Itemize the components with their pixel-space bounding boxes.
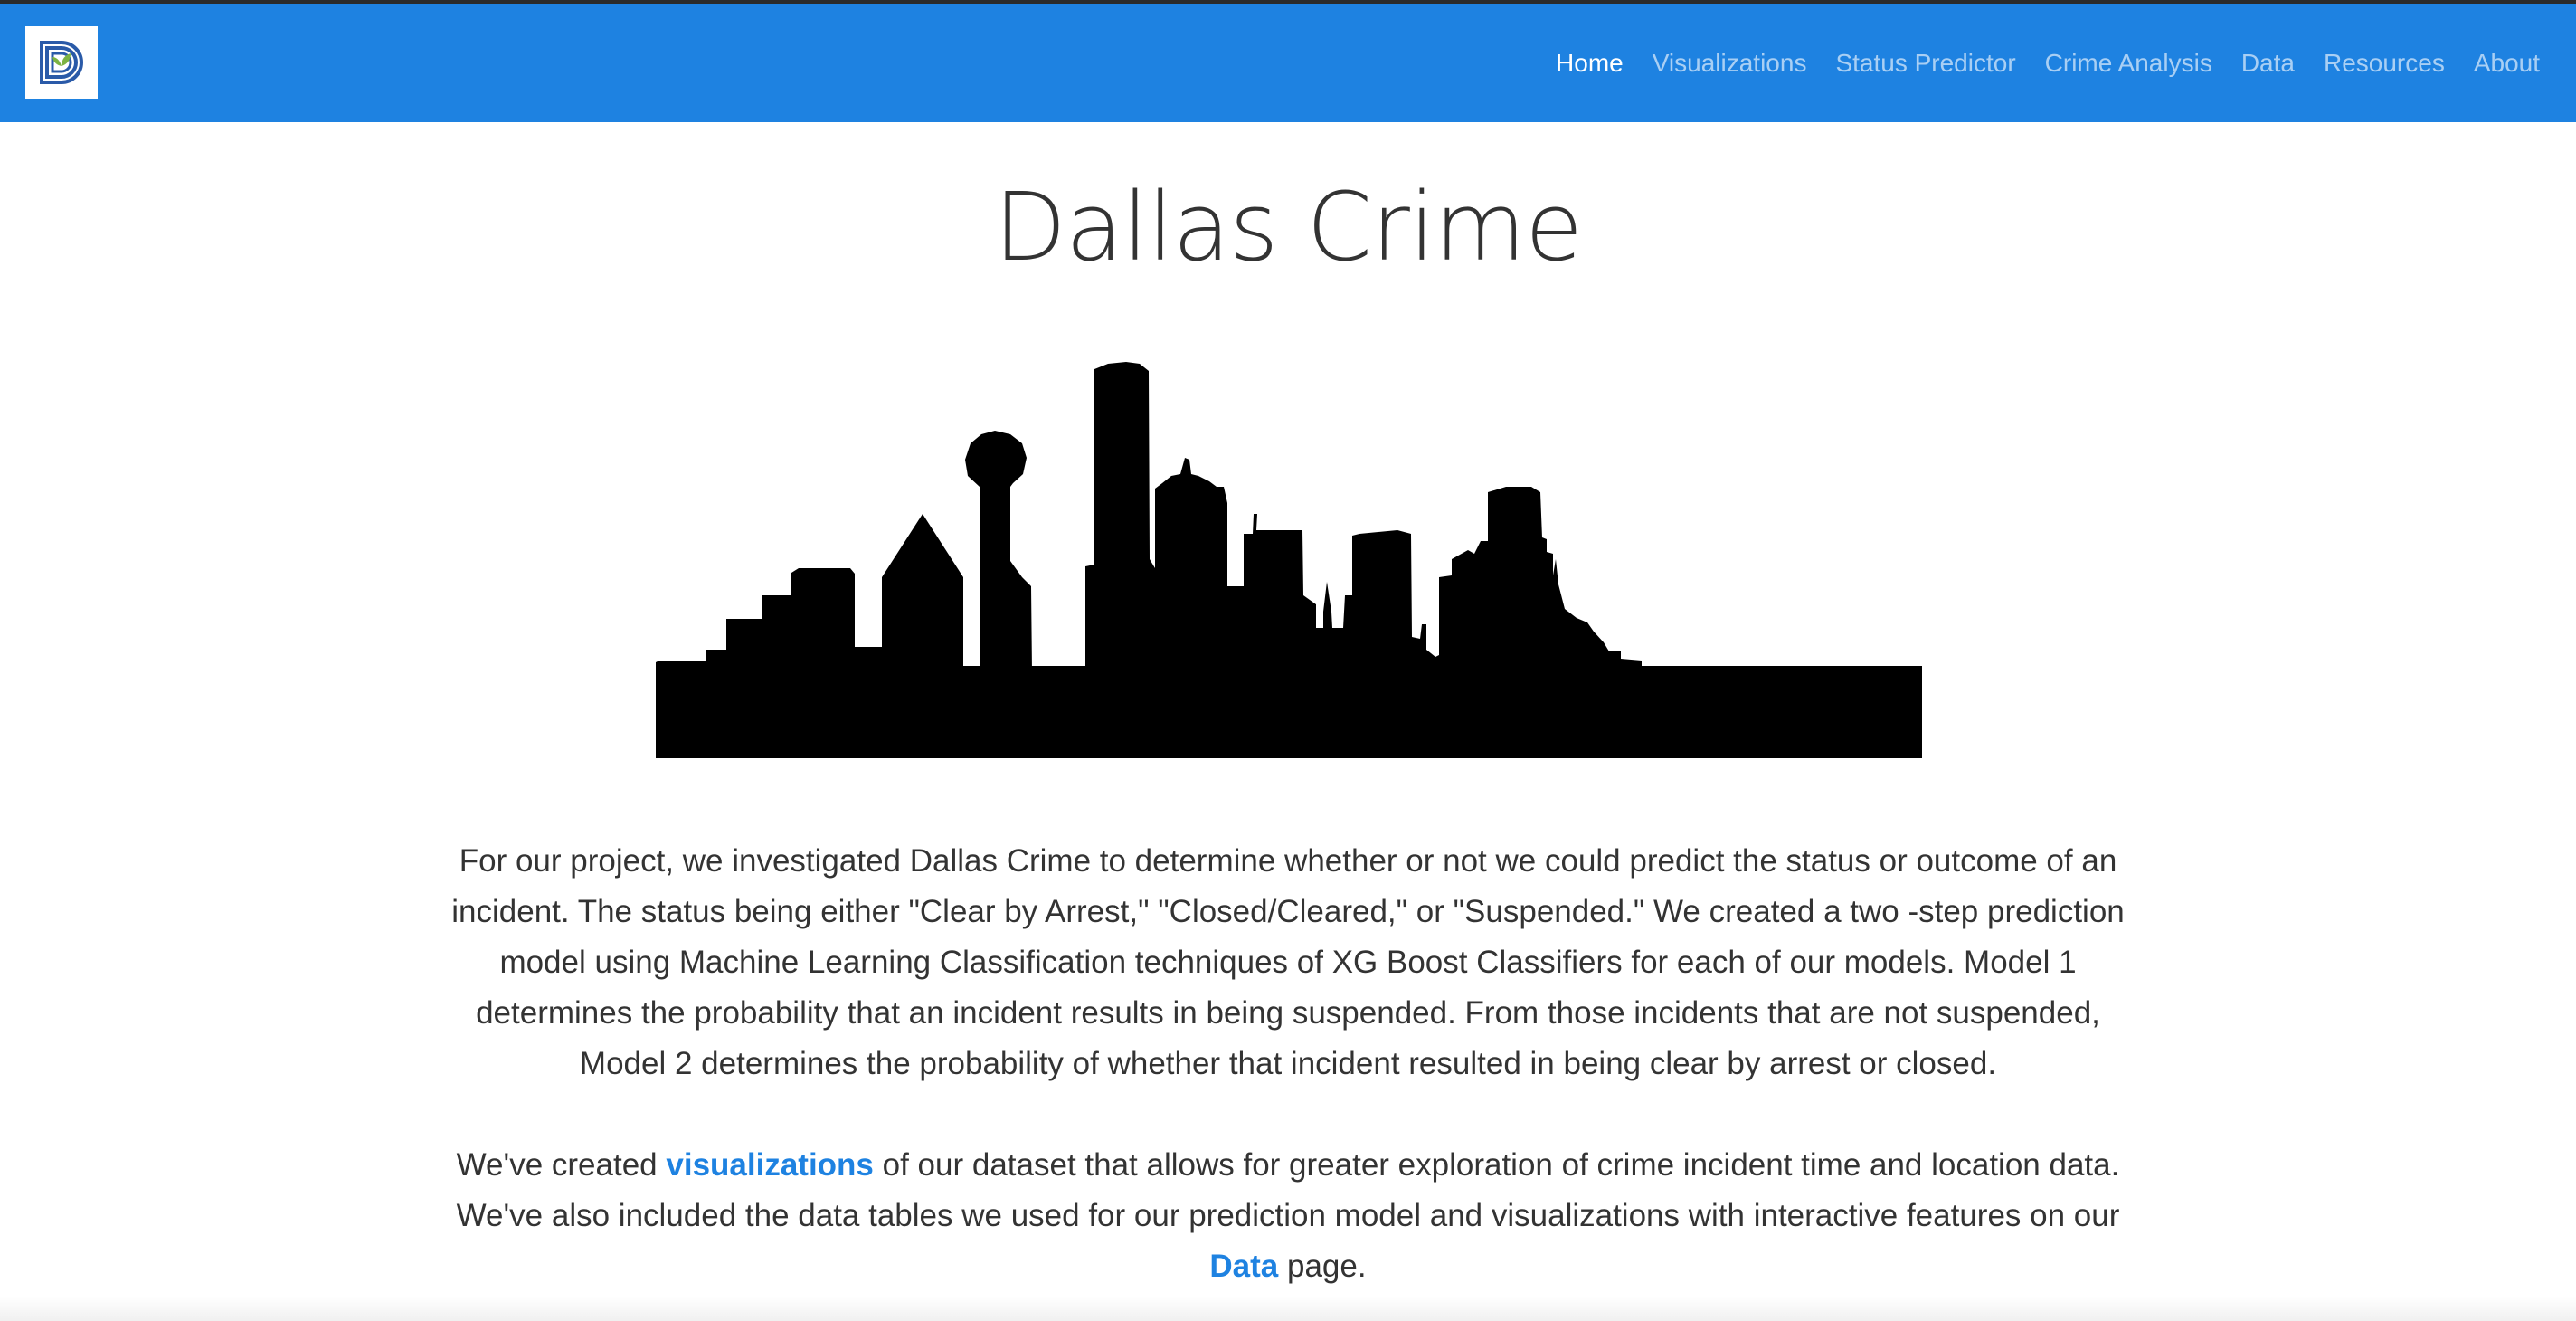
page-title: Dallas Crime xyxy=(993,172,1583,282)
nav-link-visualizations[interactable]: Visualizations xyxy=(1653,49,1807,78)
nav-link-data[interactable]: Data xyxy=(2241,49,2295,78)
main-nav: Home Visualizations Status Predictor Cri… xyxy=(1556,4,2540,122)
text-segment: page. xyxy=(1278,1249,1367,1284)
intro-paragraph: For our project, we investigated Dallas … xyxy=(451,843,2125,1081)
nav-link-home[interactable]: Home xyxy=(1556,49,1624,78)
text-segment: We've created xyxy=(456,1147,667,1183)
nav-link-status-predictor[interactable]: Status Predictor xyxy=(1835,49,2015,78)
second-paragraph: We've created visualizations of our data… xyxy=(434,1140,2142,1292)
logo[interactable] xyxy=(25,26,98,99)
dallas-d-leaf-logo-icon xyxy=(40,41,83,84)
intro-content: For our project, we investigated Dallas … xyxy=(434,836,2142,1292)
visualizations-link[interactable]: visualizations xyxy=(666,1147,874,1183)
navbar: Home Visualizations Status Predictor Cri… xyxy=(0,4,2576,122)
dallas-skyline-silhouette-icon xyxy=(656,362,1922,758)
nav-link-crime-analysis[interactable]: Crime Analysis xyxy=(2045,49,2212,78)
nav-link-resources[interactable]: Resources xyxy=(2324,49,2445,78)
bottom-shadow xyxy=(0,1296,2576,1321)
nav-link-about[interactable]: About xyxy=(2474,49,2540,78)
data-link[interactable]: Data xyxy=(1209,1249,1278,1284)
